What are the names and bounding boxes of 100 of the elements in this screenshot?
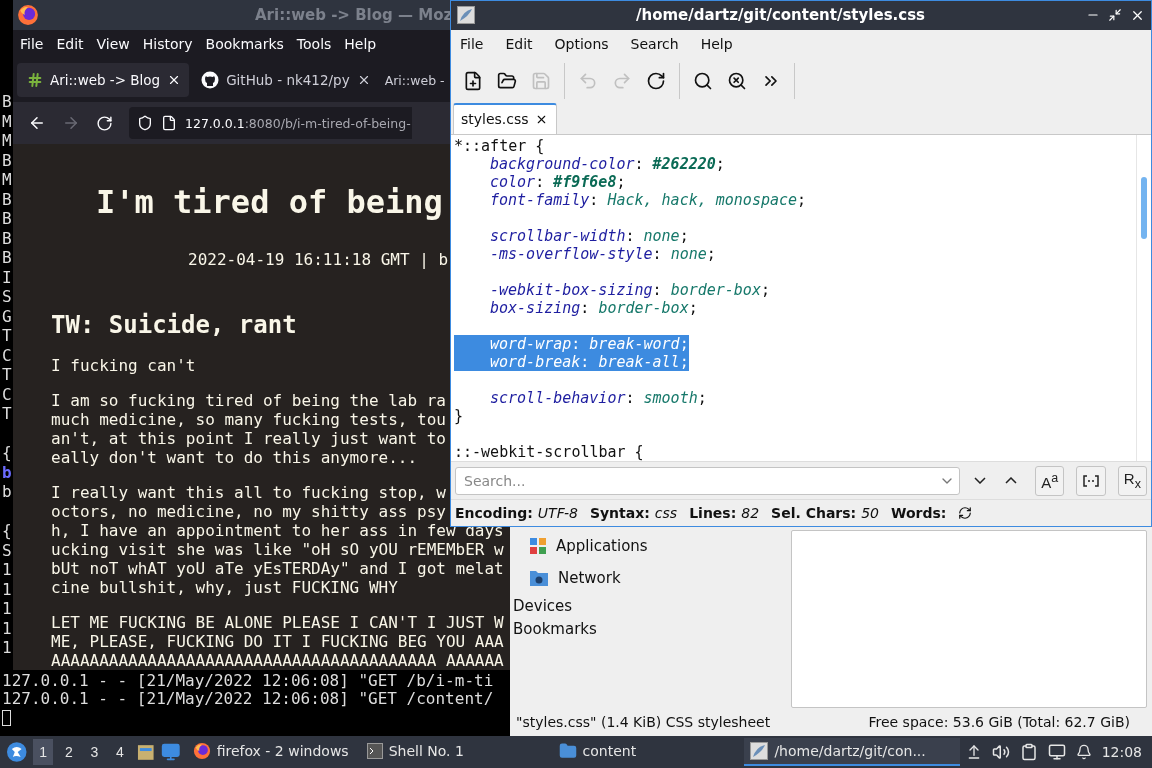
sidebar-label[interactable]: Applications xyxy=(556,537,648,555)
text-line: an't, at this point I really just want to xyxy=(51,429,446,448)
terminal-text: b xyxy=(2,462,12,482)
restore-icon[interactable] xyxy=(1108,8,1122,23)
browser-tab[interactable]: Ari::web - xyxy=(380,63,445,97)
folder-icon xyxy=(558,742,577,760)
workspace-button[interactable]: 2 xyxy=(59,739,79,765)
sidebar-label[interactable]: Network xyxy=(558,569,621,587)
undo-icon xyxy=(578,70,598,91)
text-line: I fucking can't xyxy=(51,356,196,375)
terminal-text: S xyxy=(2,540,12,560)
status-value: 82 xyxy=(741,505,760,522)
sidebar-section[interactable]: Devices xyxy=(513,594,573,617)
terminal-text: T xyxy=(2,365,12,385)
terminal-text: B xyxy=(2,150,12,170)
menu-item[interactable]: Edit xyxy=(505,36,533,53)
file-tab[interactable]: styles.css xyxy=(453,102,557,134)
search-option-button[interactable]: R$_{x}$ xyxy=(1117,465,1147,496)
network-folder-icon xyxy=(529,569,549,587)
shield-icon xyxy=(137,115,153,131)
text-line: ME, PLEASE, FUCKING DO IT I FUCKING BEG YOU AAA xyxy=(51,632,504,651)
address-field[interactable]: 127.0.0.1:8080/b/i-m-tired-of-being- xyxy=(129,107,412,139)
post-date: 2022-04-19 16:11:18 GMT | b xyxy=(188,250,449,269)
status-text: "styles.css" (1.4 KiB) CSS stylesheet xyxy=(516,714,771,730)
post-title: I'm tired of being xyxy=(96,182,443,222)
terminal-text: C xyxy=(2,345,12,365)
terminal-cursor xyxy=(2,710,11,726)
workspace-button[interactable]: 4 xyxy=(110,739,130,765)
post-heading: TW: Suicide, rant xyxy=(51,310,297,340)
code-line: } xyxy=(454,406,464,425)
sidebar-item[interactable]: Applications xyxy=(513,530,648,562)
whole-word-button[interactable] xyxy=(1076,465,1106,496)
text-line: eally don't want to do this anymore... xyxy=(51,448,418,467)
menu-item[interactable]: Help xyxy=(700,36,733,53)
workspace-button[interactable]: 3 xyxy=(84,739,105,765)
terminal-text: 1 xyxy=(2,618,12,638)
reload-icon[interactable] xyxy=(96,114,113,132)
apps-icon xyxy=(529,537,547,555)
status-label: Lines: xyxy=(689,505,737,522)
code-line: font-family: Hack, hack, monospace; xyxy=(489,190,807,209)
terminal-text: B xyxy=(2,189,12,209)
code-line: ::-webkit-scrollbar { xyxy=(454,442,644,461)
terminal-text: B xyxy=(2,92,12,112)
text-line: AAAAAAAAAAAAAAAAAAAAAAAAAAAAAAAAAAAAAAAA AAAAAA xyxy=(51,651,504,670)
menu-item[interactable]: Options xyxy=(554,36,609,53)
taskbar-button[interactable]: /home/dartz/git/con... xyxy=(744,738,960,766)
feather-icon xyxy=(457,6,475,25)
text-line: bUt noT whAT yoU aTe yEsTERDAy" and I got melat xyxy=(51,559,504,578)
text-line: much medicine, so many fucking tests, tou xyxy=(51,410,446,429)
status-value: css xyxy=(654,505,678,522)
menu-item[interactable]: File xyxy=(460,36,484,53)
file-manager-icon[interactable] xyxy=(135,742,156,762)
terminal-text: M xyxy=(2,170,12,190)
browser-tab[interactable]: GitHub - nk412/py xyxy=(191,63,379,97)
menu-item[interactable]: File xyxy=(20,36,44,52)
terminal-text: { xyxy=(2,521,12,541)
search-option-button[interactable]: A$^{a}$ xyxy=(1035,465,1065,496)
search-input[interactable]: Search... xyxy=(462,471,940,490)
network-icon[interactable] xyxy=(1047,743,1066,761)
status-label: Words: xyxy=(891,505,947,522)
search-field[interactable]: Search... xyxy=(455,466,961,495)
forward-icon[interactable] xyxy=(62,114,80,132)
menu-item[interactable]: History xyxy=(142,36,193,52)
menu-item[interactable]: Tools xyxy=(296,36,332,52)
terminal-text: 1 xyxy=(2,638,12,658)
chevron-down-icon xyxy=(974,477,986,485)
workspace-button[interactable]: 1 xyxy=(33,739,53,765)
menu-item[interactable]: Help xyxy=(344,36,377,52)
notification-icon[interactable] xyxy=(1075,744,1092,760)
browser-tab[interactable]: Ari::web -> Blog xyxy=(17,63,190,97)
terminal-text: B xyxy=(2,209,12,229)
terminal-text: I xyxy=(2,267,12,287)
redo-icon xyxy=(612,70,632,91)
terminal-text: T xyxy=(2,326,12,346)
sidebar-section[interactable]: Bookmarks xyxy=(513,617,597,640)
terminal-icon xyxy=(366,743,383,759)
clipboard-icon[interactable] xyxy=(1019,743,1038,761)
status-label: Syntax: xyxy=(589,505,650,522)
back-icon[interactable] xyxy=(28,114,46,132)
window-title: Ari::web -> Blog — Moz xyxy=(255,6,453,24)
window-title: /home/dartz/git/content/styles.css xyxy=(635,6,926,25)
menu-item[interactable]: Search xyxy=(630,36,679,53)
start-menu-icon[interactable] xyxy=(6,741,28,763)
refresh-icon[interactable] xyxy=(958,506,973,521)
chevron-up-icon xyxy=(1005,477,1018,485)
desktop-icon[interactable] xyxy=(161,742,181,762)
terminal-text: M xyxy=(2,131,12,151)
volume-icon[interactable] xyxy=(991,743,1010,761)
sidebar-item[interactable]: Network xyxy=(513,562,621,594)
menu-item[interactable]: Bookmarks xyxy=(205,36,284,52)
code-line: *::after { xyxy=(454,136,545,155)
text-line: LET ME FUCKING BE ALONE PLEASE I CAN'T I JUST W xyxy=(51,613,504,632)
code-line: -webkit-box-sizing: border-box; xyxy=(489,280,770,299)
reload-icon xyxy=(646,70,666,91)
terminal-text: { xyxy=(2,443,12,463)
terminal-text: 1 xyxy=(2,579,12,599)
menu-item[interactable]: View xyxy=(96,36,130,52)
menu-item[interactable]: Edit xyxy=(56,36,84,52)
code-line: scrollbar-width: none; xyxy=(489,226,689,245)
status-value: 50 xyxy=(861,505,880,522)
